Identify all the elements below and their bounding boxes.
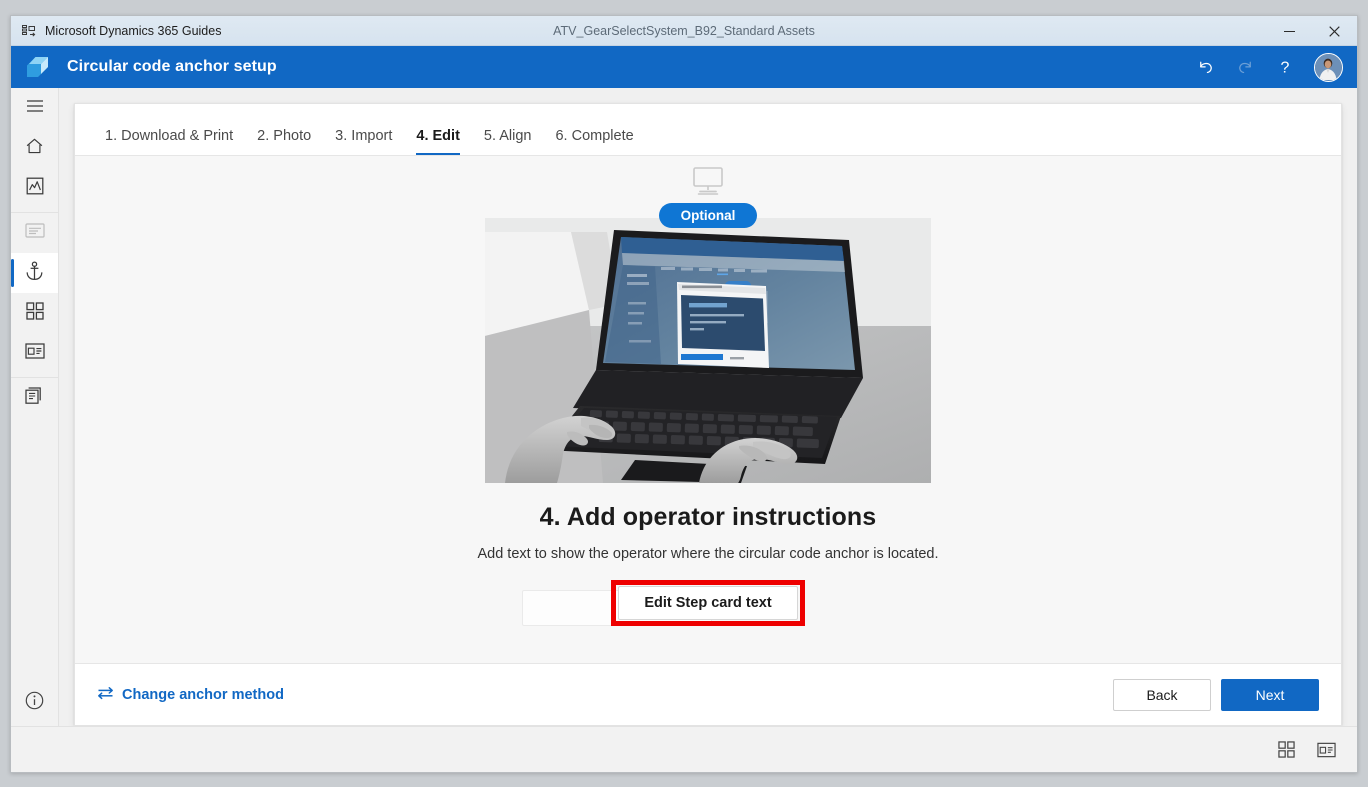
sidebar-item-info[interactable] [11,680,58,726]
sidebar-item-duplicate[interactable] [11,378,58,418]
sidebar-item-step-card[interactable] [11,213,58,253]
apps-grid-icon[interactable] [1273,737,1299,763]
sidebar-item-menu[interactable] [11,88,58,128]
stage-action-area: Edit Step card text [522,580,805,626]
sidebar [11,88,59,726]
apps-grid-icon [25,301,44,325]
title-bar: Microsoft Dynamics 365 Guides ATV_GearSe… [11,16,1357,46]
tab-download-print[interactable]: 1. Download & Print [93,128,245,155]
guides-app-icon [21,23,37,39]
tab-edit[interactable]: 4. Edit [404,128,472,155]
wizard-stage: Optional 4. Add operator instructions Ad… [75,156,1341,663]
status-bar [11,726,1357,772]
anchor-icon [25,260,44,286]
svg-text:?: ? [1281,60,1290,77]
menu-icon [26,99,44,118]
info-icon [25,691,44,715]
home-icon [25,137,44,160]
analytics-icon [26,177,44,200]
minimize-icon[interactable] [1267,16,1312,46]
edit-step-card-text-button[interactable]: Edit Step card text [618,586,798,620]
application-window: Microsoft Dynamics 365 Guides ATV_GearSe… [10,15,1358,773]
back-button[interactable]: Back [1113,678,1211,711]
close-icon[interactable] [1312,16,1357,46]
window-controls [1267,16,1357,45]
media-card-icon [24,342,45,364]
stage-description: Add text to show the operator where the … [477,546,939,562]
desktop-monitor-icon [691,166,725,201]
tab-import[interactable]: 3. Import [323,128,404,155]
wizard-tabs: 1. Download & Print 2. Photo 3. Import 4… [75,104,1341,156]
dynamics-guides-logo [23,53,53,81]
next-button[interactable]: Next [1221,678,1319,711]
redo-icon[interactable] [1228,50,1262,84]
wizard-card: 1. Download & Print 2. Photo 3. Import 4… [74,103,1342,726]
sidebar-item-anchor[interactable] [11,253,58,293]
wizard-nav-buttons: Back Next [1113,678,1319,711]
undo-icon[interactable] [1188,50,1222,84]
title-bar-left: Microsoft Dynamics 365 Guides [11,23,221,39]
status-bar-right [1273,737,1339,763]
app-name: Microsoft Dynamics 365 Guides [45,23,222,38]
sidebar-item-home[interactable] [11,128,58,168]
help-icon[interactable]: ? [1268,50,1302,84]
instruction-image [485,218,931,483]
sidebar-item-media-card[interactable] [11,333,58,373]
stage-title: 4. Add operator instructions [539,503,877,531]
sidebar-item-analytics[interactable] [11,168,58,208]
app-body: 1. Download & Print 2. Photo 3. Import 4… [11,88,1357,726]
step-card-icon [24,223,45,243]
media-card-icon[interactable] [1313,737,1339,763]
page-title: Circular code anchor setup [67,58,277,75]
header-actions: ? [1188,50,1343,84]
sidebar-item-apps-grid[interactable] [11,293,58,333]
change-anchor-method-label: Change anchor method [122,686,284,703]
user-avatar[interactable] [1314,52,1343,82]
tab-align[interactable]: 5. Align [472,128,544,155]
tab-photo[interactable]: 2. Photo [245,128,323,155]
app-header: Circular code anchor setup ? [11,46,1357,88]
wizard-action-bar: Change anchor method Back Next [75,663,1341,725]
swap-arrows-icon [97,686,114,704]
main-content: 1. Download & Print 2. Photo 3. Import 4… [59,88,1357,726]
tab-complete[interactable]: 6. Complete [543,128,645,155]
duplicate-icon [25,386,44,410]
optional-badge: Optional [658,203,758,228]
change-anchor-method-link[interactable]: Change anchor method [97,686,284,704]
